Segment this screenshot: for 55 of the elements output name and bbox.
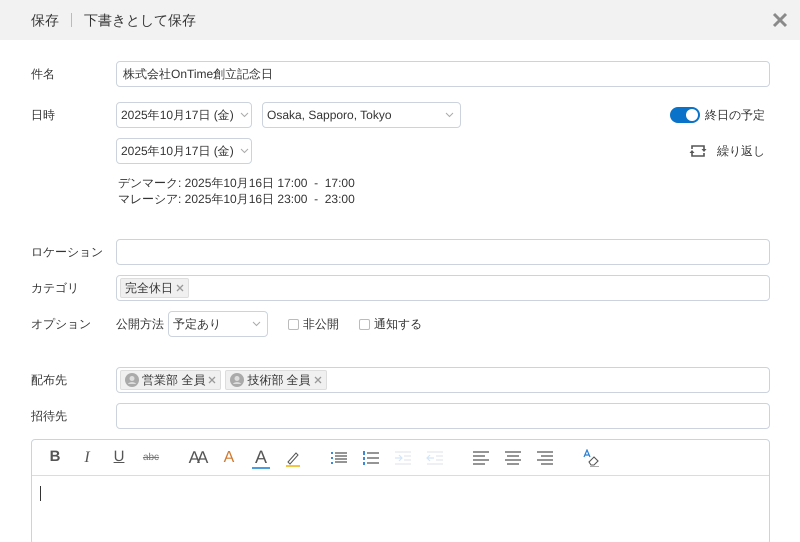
- field-label: オプション: [31, 316, 92, 333]
- checkbox[interactable]: [288, 318, 299, 330]
- checkbox[interactable]: [359, 318, 370, 330]
- format-button[interactable]: I: [78, 446, 96, 468]
- chevron-icon: [252, 321, 261, 327]
- eraser-icon[interactable]: [582, 448, 600, 466]
- remove-icon[interactable]: [314, 376, 322, 384]
- repeat-icon: [689, 143, 707, 159]
- chevron-icon: [240, 148, 249, 154]
- field-label: 日時: [31, 107, 56, 124]
- field-label: 招待先: [31, 408, 68, 425]
- text-cursor: [40, 486, 41, 501]
- field-label: 配布先: [31, 372, 68, 389]
- format-button[interactable]: AA: [188, 446, 206, 468]
- toggle-switch[interactable]: [670, 107, 700, 123]
- dropdown[interactable]: Osaka, Sapporo, Tokyo: [262, 102, 461, 128]
- checkbox-label: 非公開: [303, 316, 339, 333]
- checkbox-label: 通知する: [374, 316, 422, 333]
- remove-icon[interactable]: [176, 284, 184, 292]
- chevron-icon: [240, 112, 249, 118]
- rich-text-editor[interactable]: B I U abc AA A A: [31, 439, 770, 542]
- text-field[interactable]: 株式会社OnTime創立記念日: [116, 61, 770, 87]
- format-button[interactable]: B: [46, 446, 64, 468]
- timezone-note: デンマーク: 2025年10月16日 17:00 - 17:00: [118, 175, 356, 191]
- tag-label: 完全休日: [125, 280, 173, 297]
- toolbar-button[interactable]: 保存: [31, 10, 59, 30]
- field-label: ロケーション: [31, 244, 104, 261]
- toolbar-button[interactable]: 下書きとして保存: [84, 10, 196, 30]
- field-label: 公開方法: [116, 316, 164, 333]
- align-center-icon[interactable]: [504, 448, 522, 466]
- format-button[interactable]: A: [252, 446, 270, 468]
- align-right-icon[interactable]: [536, 448, 554, 466]
- chevron-icon: [445, 112, 454, 118]
- tag-field[interactable]: 完全休日: [116, 275, 770, 301]
- remove-icon[interactable]: [208, 376, 216, 384]
- field-label: 件名: [31, 66, 56, 83]
- align-left-icon[interactable]: [472, 448, 490, 466]
- tag-field[interactable]: 営業部 全員 技術部 全員: [116, 367, 770, 393]
- tag-label: 技術部 全員: [247, 372, 311, 389]
- timezone-note: マレーシア: 2025年10月16日 23:00 - 23:00: [118, 191, 356, 207]
- repeat-button[interactable]: 繰り返し: [689, 142, 765, 160]
- field-label: カテゴリ: [31, 280, 80, 297]
- dropdown[interactable]: 2025年10月17日 (金): [116, 138, 252, 164]
- numbered-list-icon[interactable]: [362, 448, 380, 466]
- format-button[interactable]: U: [110, 446, 128, 468]
- close-icon[interactable]: [772, 12, 788, 28]
- toggle-label: 終日の予定: [705, 107, 765, 124]
- text-field[interactable]: [116, 239, 770, 265]
- text-field[interactable]: [116, 403, 770, 429]
- group-icon: [230, 373, 244, 387]
- tag-label: 営業部 全員: [142, 372, 206, 389]
- dropdown[interactable]: 予定あり: [168, 311, 268, 337]
- dropdown[interactable]: 2025年10月17日 (金): [116, 102, 252, 128]
- format-button[interactable]: abc: [142, 446, 160, 468]
- group-icon: [125, 373, 139, 387]
